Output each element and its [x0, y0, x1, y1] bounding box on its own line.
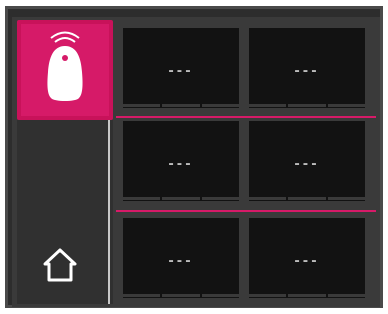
row-divider	[116, 210, 376, 212]
sensor-value: ---	[168, 157, 194, 172]
sidebar-item-device[interactable]	[17, 20, 113, 120]
sensor-cell-2[interactable]: ---	[249, 28, 365, 108]
sensor-value: ---	[294, 64, 320, 79]
sensor-value: ---	[168, 254, 194, 269]
sensor-cell-5[interactable]: ---	[123, 218, 239, 298]
sidebar-divider	[108, 120, 110, 304]
sensor-bars	[123, 197, 239, 200]
sensor-value: ---	[294, 254, 320, 269]
sensor-bars	[249, 197, 365, 200]
sensor-cell-1[interactable]: ---	[123, 28, 239, 108]
sensor-bars	[123, 294, 239, 297]
sidebar-item-device-highlight	[21, 24, 109, 116]
sensor-cell-4[interactable]: ---	[249, 121, 365, 201]
row-divider	[116, 116, 376, 118]
sensor-value: ---	[168, 64, 194, 79]
home-icon[interactable]	[40, 245, 80, 285]
sensor-bars	[249, 104, 365, 107]
sensor-bars	[123, 104, 239, 107]
device-icon	[47, 31, 83, 101]
sensor-value: ---	[294, 157, 320, 172]
sensor-bars	[249, 294, 365, 297]
sensor-cell-6[interactable]: ---	[249, 218, 365, 298]
sensor-cell-3[interactable]: ---	[123, 121, 239, 201]
